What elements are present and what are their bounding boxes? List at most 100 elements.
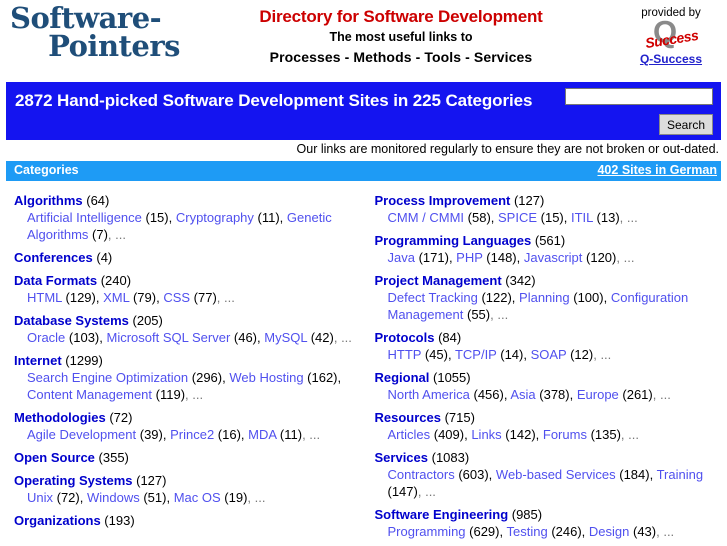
category-group: Organizations (193) xyxy=(14,512,356,529)
category-heading: Services (1083) xyxy=(375,449,722,466)
subcategory-link[interactable]: Testing xyxy=(507,524,548,539)
category-group: Process Improvement (127)CMM / CMMI (58)… xyxy=(375,192,722,226)
category-link[interactable]: Organizations xyxy=(14,513,101,528)
category-link[interactable]: Services xyxy=(375,450,429,465)
tagline-subline-1: The most useful links to xyxy=(186,27,616,47)
subcategory-link[interactable]: Mac OS xyxy=(174,490,221,505)
category-count: (205) xyxy=(129,313,163,328)
category-link[interactable]: Process Improvement xyxy=(375,193,511,208)
category-count: (64) xyxy=(83,193,110,208)
subcategory-link[interactable]: Content Management xyxy=(27,387,152,402)
subcategory-link[interactable]: Javascript xyxy=(524,250,583,265)
subcategory-link[interactable]: Training xyxy=(657,467,703,482)
subcategory-count: (148) xyxy=(483,250,517,265)
subcategory-link[interactable]: Microsoft SQL Server xyxy=(107,330,231,345)
german-sites-link[interactable]: 402 Sites in German xyxy=(597,163,717,177)
category-link[interactable]: Data Formats xyxy=(14,273,97,288)
subcategory-link[interactable]: CMM / CMMI xyxy=(388,210,465,225)
provider-block: provided by Q Success Q-Success xyxy=(619,6,723,67)
subcategory-count: (43) xyxy=(629,524,656,539)
category-link[interactable]: Programming Languages xyxy=(375,233,532,248)
subcategory-link[interactable]: Defect Tracking xyxy=(388,290,478,305)
subcategory-more-ellipsis: , ... xyxy=(302,427,320,442)
monitoring-note: Our links are monitored regularly to ens… xyxy=(0,140,727,160)
category-count: (715) xyxy=(441,410,475,425)
subcategory-link[interactable]: Unix xyxy=(27,490,53,505)
category-link[interactable]: Operating Systems xyxy=(14,473,133,488)
category-link[interactable]: Algorithms xyxy=(14,193,83,208)
subcategory-link[interactable]: Forums xyxy=(543,427,587,442)
search-button[interactable]: Search xyxy=(659,114,713,135)
site-logo[interactable]: Software- Pointers xyxy=(6,4,186,61)
subcategory-list: Defect Tracking (122), Planning (100), C… xyxy=(375,289,722,323)
category-count: (1055) xyxy=(429,370,470,385)
category-link[interactable]: Open Source xyxy=(14,450,95,465)
category-heading: Project Management (342) xyxy=(375,272,722,289)
subcategory-link[interactable]: Oracle xyxy=(27,330,65,345)
subcategory-link[interactable]: Contractors xyxy=(388,467,455,482)
subcategory-link[interactable]: Agile Development xyxy=(27,427,136,442)
subcategory-link[interactable]: Web Hosting xyxy=(229,370,303,385)
subcategory-count: (119) xyxy=(152,387,185,402)
category-group: Database Systems (205)Oracle (103), Micr… xyxy=(14,312,356,346)
category-link[interactable]: Protocols xyxy=(375,330,435,345)
subcategory-count: (16) xyxy=(214,427,241,442)
subcategory-link[interactable]: Prince2 xyxy=(170,427,214,442)
logo-line-2: Pointers xyxy=(6,32,186,60)
category-group: Methodologies (72)Agile Development (39)… xyxy=(14,409,356,443)
category-link[interactable]: Regional xyxy=(375,370,430,385)
subcategory-link[interactable]: TCP/IP xyxy=(455,347,497,362)
category-heading: Resources (715) xyxy=(375,409,722,426)
subcategory-link[interactable]: Planning xyxy=(519,290,570,305)
category-link[interactable]: Internet xyxy=(14,353,62,368)
subcategory-more-ellipsis: , ... xyxy=(108,227,126,242)
subcategory-link[interactable]: HTML xyxy=(27,290,62,305)
q-success-link[interactable]: Q-Success xyxy=(619,52,723,67)
category-group: Protocols (84)HTTP (45), TCP/IP (14), SO… xyxy=(375,329,722,363)
subcategory-link[interactable]: Artificial Intelligence xyxy=(27,210,142,225)
subcategory-link[interactable]: Europe xyxy=(577,387,619,402)
subcategory-list: Articles (409), Links (142), Forums (135… xyxy=(375,426,722,443)
subcategory-link[interactable]: ITIL xyxy=(571,210,593,225)
subcategory-link[interactable]: Web-based Services xyxy=(496,467,616,482)
subcategory-link[interactable]: Cryptography xyxy=(176,210,254,225)
subcategory-link[interactable]: MDA xyxy=(248,427,276,442)
category-count: (193) xyxy=(101,513,135,528)
subcategory-link[interactable]: SPICE xyxy=(498,210,537,225)
category-heading: Organizations (193) xyxy=(14,512,356,529)
subcategory-link[interactable]: CSS xyxy=(163,290,190,305)
category-heading: Protocols (84) xyxy=(375,329,722,346)
subcategory-count: (13) xyxy=(593,210,620,225)
subcategory-link[interactable]: Java xyxy=(388,250,415,265)
category-link[interactable]: Resources xyxy=(375,410,441,425)
subcategory-link[interactable]: HTTP xyxy=(388,347,422,362)
category-link[interactable]: Project Management xyxy=(375,273,502,288)
subcategory-link[interactable]: Articles xyxy=(388,427,431,442)
category-count: (342) xyxy=(502,273,536,288)
subcategory-link[interactable]: Asia xyxy=(510,387,535,402)
category-link[interactable]: Database Systems xyxy=(14,313,129,328)
category-group: Data Formats (240)HTML (129), XML (79), … xyxy=(14,272,356,306)
subcategory-count: (184) xyxy=(616,467,650,482)
category-group: Regional (1055)North America (456), Asia… xyxy=(375,369,722,403)
subcategory-link[interactable]: PHP xyxy=(456,250,483,265)
category-link[interactable]: Conferences xyxy=(14,250,93,265)
subcategory-link[interactable]: SOAP xyxy=(531,347,567,362)
subcategory-link[interactable]: Programming xyxy=(388,524,466,539)
subcategory-link[interactable]: MySQL xyxy=(264,330,307,345)
subcategory-link[interactable]: Search Engine Optimization xyxy=(27,370,188,385)
category-link[interactable]: Methodologies xyxy=(14,410,106,425)
category-heading: Process Improvement (127) xyxy=(375,192,722,209)
category-link[interactable]: Software Engineering xyxy=(375,507,509,522)
category-heading: Conferences (4) xyxy=(14,249,356,266)
category-heading: Internet (1299) xyxy=(14,352,356,369)
subcategory-count: (39) xyxy=(136,427,163,442)
subcategory-link[interactable]: Windows xyxy=(87,490,140,505)
subcategory-count: (58) xyxy=(464,210,491,225)
subcategory-link[interactable]: Design xyxy=(589,524,629,539)
category-heading: Regional (1055) xyxy=(375,369,722,386)
subcategory-link[interactable]: XML xyxy=(103,290,129,305)
search-input[interactable] xyxy=(565,88,713,105)
subcategory-link[interactable]: Links xyxy=(471,427,501,442)
subcategory-link[interactable]: North America xyxy=(388,387,470,402)
